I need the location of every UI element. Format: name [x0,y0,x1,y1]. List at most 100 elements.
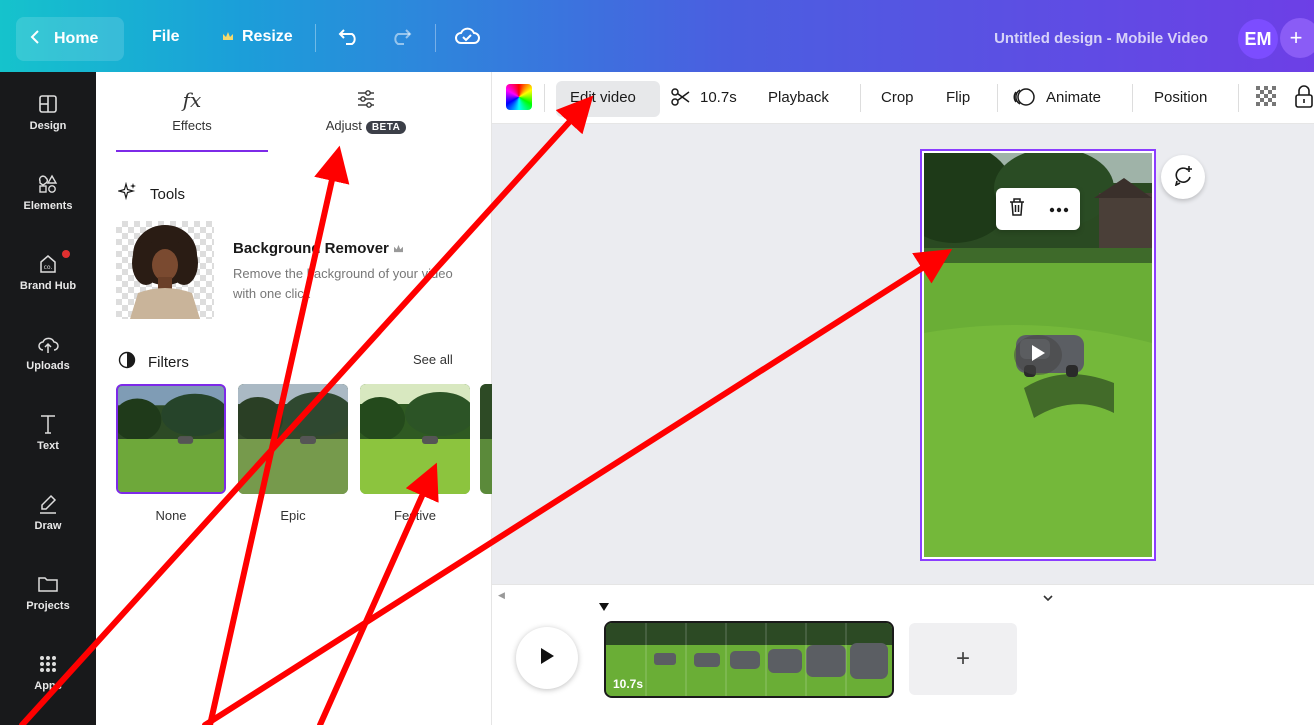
rail-item-draw[interactable]: Draw [0,490,96,532]
background-remover-description: Remove the background of your video with… [233,266,453,301]
effects-panel: fx Effects Adjust BETA Tools Background … [96,72,492,725]
rail-item-label: Elements [23,200,73,212]
file-menu-button[interactable]: File [152,28,180,46]
rail-item-label: Design [29,120,67,132]
rail-item-label: Text [37,440,59,452]
filter-label: Epic [280,508,306,523]
filter-preview-image [238,384,348,494]
trim-duration-button[interactable]: 10.7s [700,89,737,106]
resize-label: Resize [242,28,293,45]
tools-section-title: Tools [116,181,186,206]
clip-filmstrip [606,623,892,696]
rail-item-brand-hub[interactable]: co. Brand Hub [0,250,96,292]
portrait-image [130,225,200,319]
tab-adjust[interactable]: Adjust BETA [316,88,416,134]
rail-item-uploads[interactable]: Uploads [0,330,96,372]
filter-preview-image [118,386,224,492]
video-play-overlay[interactable] [1014,335,1062,375]
beta-badge: BETA [365,121,407,134]
resize-button[interactable]: Resize [222,28,293,46]
clip-duration-label: 10.7s [613,677,644,691]
color-picker-button[interactable] [506,84,532,110]
animate-button[interactable]: Animate [1046,89,1101,106]
toolbar-divider [435,24,436,52]
background-remover-thumbnail[interactable] [116,221,214,319]
shapes-icon [34,170,62,198]
rail-item-label: Apps [34,680,62,692]
toolbar-divider [315,24,316,52]
chevron-down-icon [1043,593,1053,604]
toolbar-divider [860,84,861,112]
filter-label: Festive [394,508,436,523]
undo-icon[interactable] [338,26,360,51]
rail-item-label: Projects [26,600,70,612]
rail-item-projects[interactable]: Projects [0,570,96,612]
grid-icon [34,650,62,678]
filter-epic[interactable] [238,384,348,494]
svg-text:co.: co. [44,264,53,271]
see-all-filters-link[interactable]: See all [413,352,453,367]
text-icon [34,410,62,438]
folder-icon [34,570,62,598]
home-button[interactable]: Home [16,17,124,61]
background-remover-title[interactable]: Background Remover [233,240,404,257]
timeline-play-button[interactable] [516,627,578,689]
filter-next-partial[interactable] [480,384,492,494]
redo-icon[interactable] [390,26,412,51]
bg-remover-title-text: Background Remover [233,240,389,257]
refresh-plus-icon [1172,164,1194,191]
timeline-video-clip[interactable] [604,621,894,698]
rail-item-label: Brand Hub [19,280,77,292]
rail-item-apps[interactable]: Apps [0,650,96,692]
collapse-timeline-button[interactable] [1010,589,1086,607]
magic-refresh-button[interactable] [1161,155,1205,199]
transparency-icon[interactable] [1256,86,1278,112]
playhead-marker[interactable] [598,599,610,611]
top-bar: Home File Resize Untitled design - Mobil… [0,0,1314,72]
scroll-left-icon[interactable]: ◀ [498,590,505,601]
trash-icon[interactable] [1008,197,1026,222]
toolbar-divider [997,84,998,112]
filters-section-title: Filters [118,351,189,373]
scissors-icon[interactable] [670,86,692,112]
toolbar-divider [1132,84,1133,112]
filter-none[interactable] [116,384,226,494]
crown-icon [222,28,234,46]
sparkle-icon [116,181,138,206]
filter-label: None [155,508,187,523]
add-page-button[interactable]: + [909,623,1017,695]
active-tab-indicator [116,150,268,152]
cloud-saved-icon[interactable] [454,25,480,52]
section-title-text: Filters [148,353,189,371]
rail-item-design[interactable]: Design [0,90,96,132]
filter-festive[interactable] [360,384,470,494]
rail-item-label: Draw [34,520,62,532]
notification-dot [62,250,70,258]
lock-icon[interactable] [1294,85,1314,113]
crop-button[interactable]: Crop [881,89,914,106]
rail-item-elements[interactable]: Elements [0,170,96,212]
rail-item-label: Uploads [26,360,70,372]
section-title-text: Tools [150,185,186,203]
cloud-upload-icon [34,330,62,358]
toolbar-divider [544,84,545,112]
avatar[interactable]: EM [1238,19,1278,59]
playback-button[interactable]: Playback [768,89,829,106]
edit-video-button[interactable]: Edit video [570,89,636,106]
flip-button[interactable]: Flip [946,89,970,106]
chevron-left-icon [30,29,40,50]
position-button[interactable]: Position [1154,89,1207,106]
tab-effects[interactable]: fx Effects [154,88,230,133]
sliders-icon [355,88,377,114]
home-label: Home [54,30,99,47]
add-collaborator-button[interactable]: + [1280,18,1314,58]
rail-item-text[interactable]: Text [0,410,96,452]
filter-preview-image [480,384,492,494]
design-title[interactable]: Untitled design - Mobile Video [994,30,1208,47]
pen-icon [34,490,62,518]
crown-icon [393,240,404,257]
context-toolbar: Edit video 10.7s Playback Crop Flip Anim… [492,72,1314,124]
canvas-editor-window: Home File Resize Untitled design - Mobil… [0,0,1314,725]
more-options-icon[interactable] [1049,200,1069,218]
animate-icon[interactable] [1012,86,1036,112]
